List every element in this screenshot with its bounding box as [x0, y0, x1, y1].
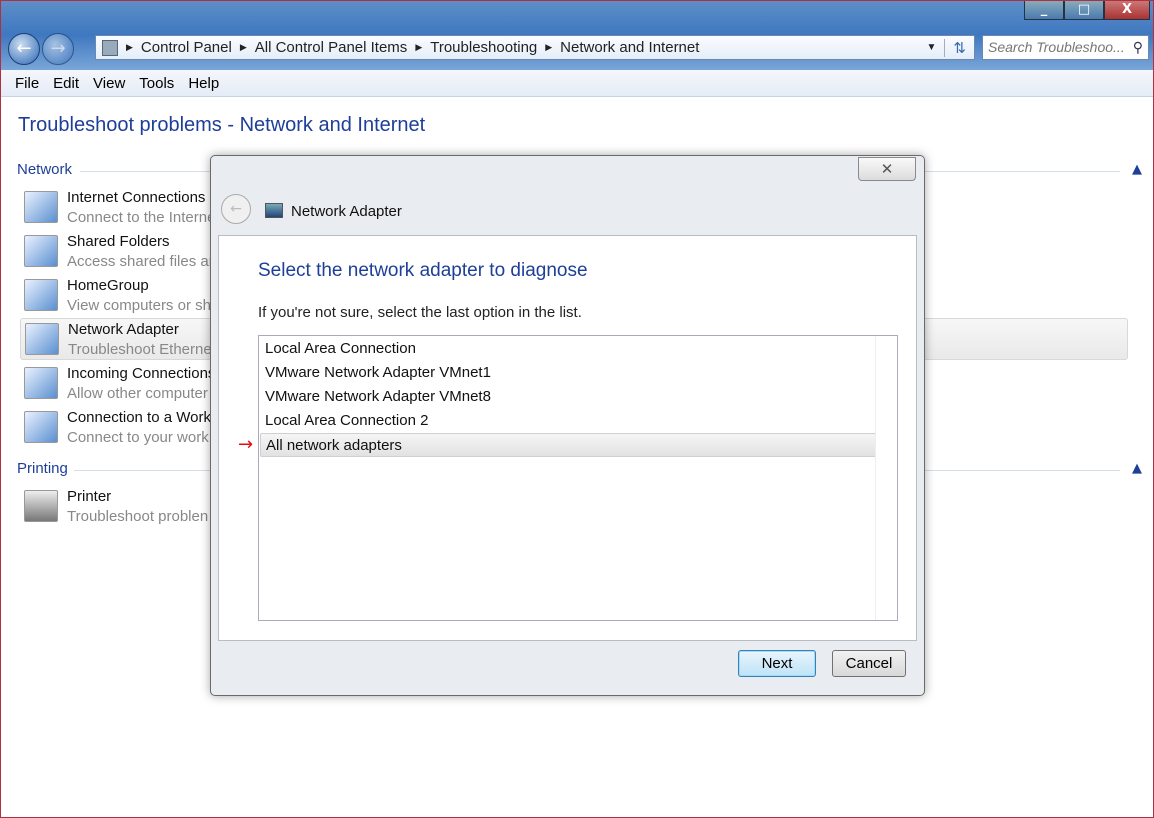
red-arrow-icon: →: [238, 434, 254, 455]
chevron-right-icon: ▶: [545, 42, 553, 52]
item-desc: Access shared files an: [67, 253, 218, 270]
breadcrumb-control-panel[interactable]: Control Panel: [141, 39, 232, 56]
cancel-button[interactable]: Cancel: [832, 650, 906, 677]
adapter-option[interactable]: VMware Network Adapter VMnet8: [260, 385, 876, 409]
network-adapter-dialog: ✕ ← Network Adapter Select the network a…: [210, 155, 925, 696]
minimize-button[interactable]: _: [1024, 0, 1064, 20]
globe-icon: [24, 191, 58, 223]
close-button[interactable]: X: [1104, 0, 1150, 20]
item-title: Network Adapter: [68, 321, 179, 338]
network-adapter-icon: [265, 203, 283, 218]
adapter-option[interactable]: Local Area Connection 2: [260, 409, 876, 433]
menu-edit[interactable]: Edit: [53, 75, 79, 92]
title-bar: _ □ X ← → ▶ Control Panel ▶ All Control …: [0, 0, 1154, 70]
menu-help[interactable]: Help: [188, 75, 219, 92]
item-title: Connection to a Work: [67, 409, 211, 426]
maximize-button[interactable]: □: [1064, 0, 1104, 20]
next-button[interactable]: Next: [738, 650, 816, 677]
item-desc: Allow other computer: [67, 385, 208, 402]
search-placeholder: Search Troubleshoo...: [988, 39, 1125, 55]
item-desc: Connect to the Interne: [67, 209, 216, 226]
dialog-back-button[interactable]: ←: [221, 194, 251, 224]
item-title: Printer: [67, 488, 112, 505]
control-panel-icon: [102, 39, 118, 56]
address-bar[interactable]: ▶ Control Panel ▶ All Control Panel Item…: [95, 35, 975, 60]
dialog-heading: Select the network adapter to diagnose: [258, 260, 588, 281]
back-button[interactable]: ←: [8, 33, 40, 65]
building-icon: [24, 411, 58, 443]
item-desc: View computers or sh: [67, 297, 211, 314]
item-desc: Connect to your work: [67, 429, 209, 446]
menu-view[interactable]: View: [93, 75, 125, 92]
collapse-icon[interactable]: ▲: [1132, 461, 1142, 476]
dialog-title: Network Adapter: [291, 203, 402, 220]
homegroup-icon: [24, 279, 58, 311]
breadcrumb-network[interactable]: Network and Internet: [560, 39, 699, 56]
dialog-hint: If you're not sure, select the last opti…: [258, 304, 582, 321]
refresh-icon[interactable]: ⇅: [944, 38, 974, 57]
item-title: Shared Folders: [67, 233, 170, 250]
menu-bar: File Edit View Tools Help: [0, 70, 1154, 97]
breadcrumb-troubleshooting[interactable]: Troubleshooting: [430, 39, 537, 56]
adapter-list[interactable]: Local Area Connection VMware Network Ada…: [258, 335, 898, 621]
item-desc: Troubleshoot Etherne: [68, 341, 212, 358]
search-input[interactable]: Search Troubleshoo... ⚲: [982, 35, 1149, 60]
item-title: HomeGroup: [67, 277, 149, 294]
adapter-option[interactable]: VMware Network Adapter VMnet1: [260, 361, 876, 385]
printer-icon: [24, 490, 58, 522]
incoming-icon: [24, 367, 58, 399]
page-title: Troubleshoot problems - Network and Inte…: [18, 114, 426, 136]
network-adapter-icon: [25, 323, 59, 355]
item-title: Incoming Connections: [67, 365, 216, 382]
dialog-close-button[interactable]: ✕: [858, 157, 916, 181]
item-title: Internet Connections: [67, 189, 206, 206]
group-printing: Printing: [17, 460, 68, 477]
breadcrumb-all-items[interactable]: All Control Panel Items: [255, 39, 408, 56]
scrollbar[interactable]: [875, 336, 897, 620]
group-network: Network: [17, 161, 73, 178]
adapter-option[interactable]: Local Area Connection: [260, 337, 876, 361]
menu-file[interactable]: File: [15, 75, 39, 92]
folder-icon: [24, 235, 58, 267]
forward-button[interactable]: →: [42, 33, 74, 65]
adapter-option-selected[interactable]: All network adapters: [260, 433, 876, 457]
chevron-right-icon: ▶: [415, 42, 423, 52]
item-desc: Troubleshoot problen: [67, 508, 209, 525]
dropdown-icon[interactable]: ▼: [927, 42, 937, 53]
dialog-content: Select the network adapter to diagnose I…: [218, 235, 917, 641]
collapse-icon[interactable]: ▲: [1132, 162, 1142, 177]
chevron-right-icon: ▶: [126, 42, 133, 52]
menu-tools[interactable]: Tools: [139, 75, 174, 92]
chevron-right-icon: ▶: [239, 42, 247, 52]
search-icon[interactable]: ⚲: [1133, 39, 1143, 56]
